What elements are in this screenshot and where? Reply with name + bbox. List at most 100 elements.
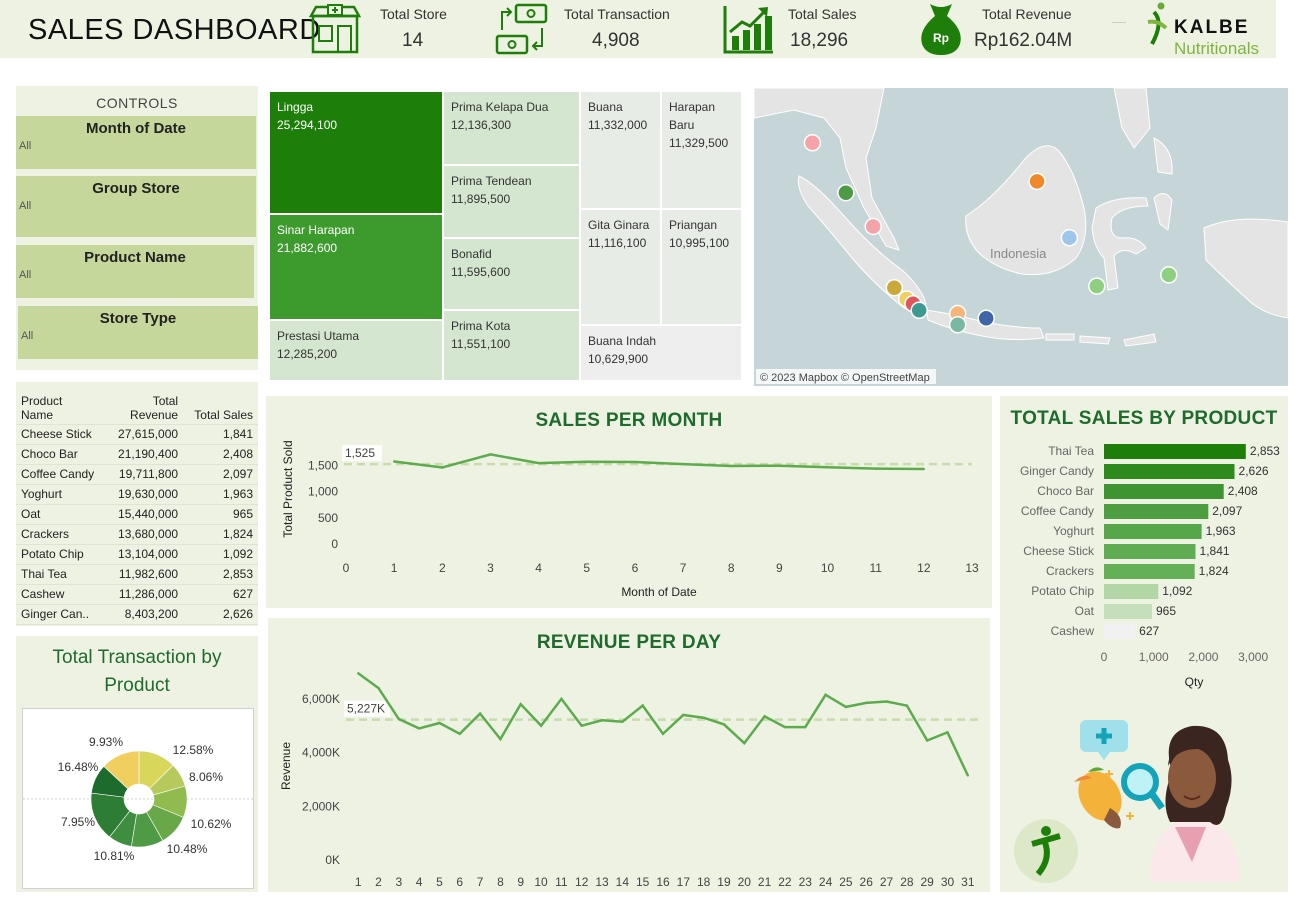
treemap-cell[interactable]: Buana 11,332,000 bbox=[580, 91, 661, 209]
store-marker[interactable] bbox=[1088, 277, 1106, 295]
reference-line-label: 5,227K bbox=[347, 702, 385, 716]
x-tick-label: 10 bbox=[534, 875, 548, 889]
treemap-cell[interactable]: Sinar Harapan 21,882,600 bbox=[269, 214, 443, 320]
treemap-cell-name: Buana bbox=[588, 100, 623, 114]
treemap-cell-value: 11,116,100 bbox=[588, 236, 647, 250]
x-tick-label: 19 bbox=[717, 875, 731, 889]
filter-group-store[interactable]: Group Store All bbox=[16, 176, 256, 237]
map-attribution: © 2023 Mapbox © OpenStreetMap bbox=[760, 372, 930, 384]
treemap-cell[interactable]: Priangan 10,995,100 bbox=[661, 209, 742, 325]
bar-value-label: 1,963 bbox=[1206, 524, 1236, 538]
reference-line-label: 1,525 bbox=[345, 446, 375, 460]
data-point bbox=[633, 460, 637, 464]
bar-category-label: Choco Bar bbox=[1037, 484, 1094, 498]
bar-value-label: 1,092 bbox=[1162, 584, 1192, 598]
store-marker[interactable] bbox=[1028, 172, 1046, 191]
bar[interactable] bbox=[1104, 604, 1152, 619]
store-marker[interactable] bbox=[864, 217, 882, 236]
bar[interactable] bbox=[1104, 484, 1224, 499]
data-point bbox=[874, 467, 877, 470]
treemap-cell-value: 12,285,200 bbox=[277, 347, 338, 361]
filter-month-of-date[interactable]: Month of Date All bbox=[16, 116, 256, 169]
product-table: Product Name Total Revenue Total Sales C… bbox=[16, 388, 258, 625]
treemap-cell[interactable]: Buana Indah 10,629,900 bbox=[580, 325, 742, 381]
bar[interactable] bbox=[1104, 544, 1196, 559]
x-tick-label: 1 bbox=[391, 561, 398, 575]
store-marker[interactable] bbox=[1060, 229, 1079, 247]
filter-store-type[interactable]: Store Type All bbox=[18, 306, 258, 359]
bar[interactable] bbox=[1104, 584, 1159, 599]
x-tick-label: 25 bbox=[839, 875, 853, 889]
x-tick-label: 13 bbox=[965, 561, 979, 575]
treemap-cell[interactable]: Lingga 25,294,100 bbox=[269, 91, 443, 214]
treemap-cell-value: 11,895,500 bbox=[451, 192, 511, 206]
data-point bbox=[743, 742, 746, 745]
x-axis-label: Qty bbox=[1185, 675, 1204, 689]
x-tick-label: 17 bbox=[677, 875, 691, 889]
table-cell-sales: 1,092 bbox=[183, 544, 258, 565]
store-marker[interactable] bbox=[910, 301, 928, 320]
bar[interactable] bbox=[1104, 524, 1202, 539]
product-table-body: Cheese Stick 27,615,000 1,841 Choco Bar 21,1… bbox=[16, 424, 258, 625]
header-divider bbox=[1112, 22, 1126, 23]
table-row: Choco Bar 21,190,400 2,408 bbox=[16, 444, 258, 465]
dashboard-title: SALES DASHBOARD bbox=[28, 14, 321, 46]
data-point bbox=[478, 712, 482, 715]
donut-chart: 12.58% 8.06% 10.62% 10.48% 10.81% 7.95% 16.48%… bbox=[23, 735, 255, 863]
bar[interactable] bbox=[1104, 564, 1195, 579]
data-point bbox=[922, 467, 925, 471]
bar[interactable] bbox=[1104, 624, 1136, 639]
x-tick-label: 14 bbox=[616, 875, 630, 889]
treemap-cell[interactable]: Harapan Baru 11,329,500 bbox=[661, 91, 742, 209]
bar[interactable] bbox=[1104, 464, 1235, 479]
treemap-cell[interactable]: Bonafid 11,595,600 bbox=[443, 238, 580, 310]
treemap-cell-value: 11,551,100 bbox=[451, 337, 511, 351]
store-location-map[interactable]: Indonesia © 2023 Mapbox © OpenStreetMap bbox=[754, 88, 1288, 386]
x-tick-label: 26 bbox=[860, 875, 874, 889]
table-cell-revenue: 21,190,400 bbox=[106, 444, 184, 465]
filter-product-name[interactable]: Product Name All bbox=[16, 245, 254, 298]
y-tick-label: 500 bbox=[318, 511, 338, 525]
table-row: Cheese Stick 27,615,000 1,841 bbox=[16, 424, 258, 445]
product-table-panel: Product Name Total Revenue Total Sales C… bbox=[16, 382, 258, 626]
controls-heading: CONTROLS bbox=[96, 95, 178, 111]
store-marker[interactable] bbox=[1160, 266, 1178, 284]
bar-value-label: 2,853 bbox=[1250, 444, 1280, 458]
table-row: Oat 15,440,000 965 bbox=[16, 504, 258, 525]
treemap-cell[interactable]: Gita Ginara 11,116,100 bbox=[580, 209, 661, 325]
filter-label: Group Store bbox=[92, 180, 180, 197]
data-point bbox=[393, 460, 396, 463]
store-marker[interactable] bbox=[803, 134, 822, 152]
table-cell-product: Oat bbox=[16, 504, 107, 525]
bar[interactable] bbox=[1104, 444, 1246, 459]
treemap-cell-value: 12,136,300 bbox=[451, 118, 512, 132]
store-marker[interactable] bbox=[837, 183, 855, 202]
x-tick-label: 3,000 bbox=[1238, 650, 1268, 664]
table-cell-sales: 2,626 bbox=[183, 604, 258, 625]
table-cell-sales: 627 bbox=[183, 584, 258, 605]
kpi-revenue-label: Total Revenue bbox=[982, 6, 1072, 22]
table-row: Ginger Can.. 8,403,200 2,626 bbox=[16, 604, 258, 625]
store-marker[interactable] bbox=[977, 309, 995, 328]
sales-per-month-panel: SALES PER MONTH 0 500 1,000 1,500 0 1 2 3 4 5 6 7 8 9… bbox=[266, 396, 992, 608]
data-point bbox=[438, 721, 441, 725]
treemap-cell-name: Prima Tendean bbox=[451, 174, 532, 188]
bar[interactable] bbox=[1104, 504, 1209, 519]
treemap-cell[interactable]: Prima Kota 11,551,100 bbox=[443, 310, 580, 381]
store-marker[interactable] bbox=[948, 316, 967, 334]
treemap-cell[interactable]: Prima Tendean 11,895,500 bbox=[443, 165, 580, 238]
kalbe-mini-logo-icon bbox=[1014, 819, 1078, 883]
table-cell-revenue: 8,403,200 bbox=[106, 604, 184, 625]
treemap-cell-name: Prima Kelapa Dua bbox=[451, 100, 549, 114]
x-tick-label: 2 bbox=[439, 561, 446, 575]
store-marker[interactable] bbox=[885, 278, 904, 297]
y-tick-label: 1,500 bbox=[308, 458, 338, 472]
x-tick-label: 6 bbox=[456, 875, 463, 889]
table-row: Coffee Candy 19,711,800 2,097 bbox=[16, 464, 258, 485]
y-tick-label: 4,000K bbox=[302, 746, 340, 760]
treemap-cell[interactable]: Prestasi Utama 12,285,200 bbox=[269, 320, 443, 381]
donut-slice-label: 16.48% bbox=[58, 760, 99, 774]
treemap-cell[interactable]: Prima Kelapa Dua 12,136,300 bbox=[443, 91, 580, 165]
bar-value-label: 2,097 bbox=[1212, 504, 1242, 518]
table-cell-revenue: 27,615,000 bbox=[106, 424, 184, 445]
